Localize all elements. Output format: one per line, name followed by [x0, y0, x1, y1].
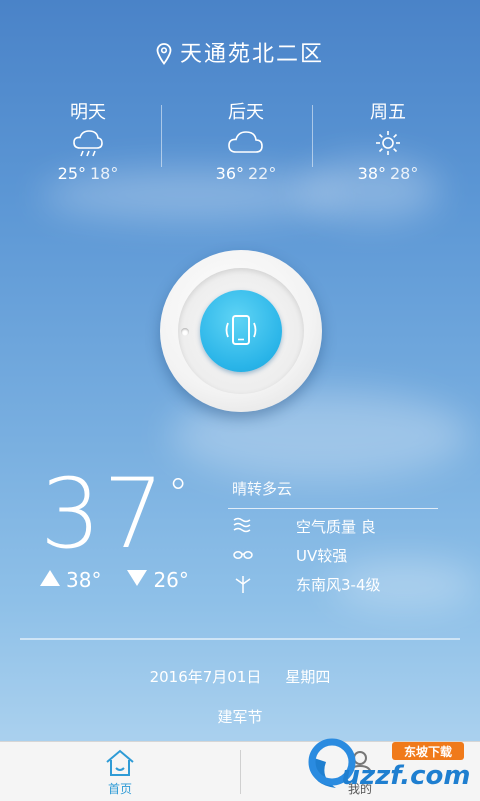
date-line: 2016年7月01日 星期四: [0, 666, 480, 687]
forecast-day-label: 明天: [70, 102, 106, 123]
sun-icon: [376, 131, 400, 155]
forecast-low: 18°: [90, 164, 119, 183]
holiday-text: 建军节: [217, 708, 263, 726]
wind-text: 东南风3-4级: [296, 576, 381, 594]
condition-divider: [228, 508, 438, 509]
site-watermark: 东坡下载 uzzf.com: [308, 738, 471, 791]
air-quality-text: 空气质量 良: [296, 518, 376, 536]
forecast-divider: [161, 105, 162, 167]
watermark-tagline: 东坡下载: [404, 744, 452, 759]
uv-text: UV较强: [296, 547, 348, 565]
weekday-text: 星期四: [285, 668, 331, 686]
location-header[interactable]: 天通苑北二区: [0, 36, 480, 68]
content-divider: [20, 638, 460, 640]
degree-symbol: °: [168, 471, 191, 517]
today-high-low: 38° 26°: [40, 568, 189, 592]
dial-indicator-dot: [181, 328, 189, 336]
home-icon: [106, 749, 134, 776]
date-text: 2016年7月01日: [149, 668, 262, 686]
sunglasses-icon: [233, 551, 253, 559]
current-temp-value: 37: [40, 458, 167, 570]
forecast-day-label: 后天: [228, 102, 264, 123]
windmill-icon: [235, 576, 251, 593]
cloud-icon: [228, 131, 263, 153]
current-temperature: 37°: [40, 466, 190, 562]
forecast-low: 28°: [390, 164, 419, 183]
today-low: 26°: [153, 568, 189, 592]
air-quality-icon: [233, 517, 251, 533]
arrow-down-icon: [127, 570, 148, 586]
forecast-low: 22°: [248, 164, 277, 183]
location-pin-icon: [156, 43, 172, 65]
shake-button[interactable]: [200, 290, 282, 372]
weather-condition: 晴转多云: [232, 480, 293, 498]
forecast-divider: [312, 105, 313, 167]
tab-home[interactable]: 首页: [0, 742, 240, 801]
forecast-day-3[interactable]: 周五 38° 28°: [328, 98, 448, 183]
rain-cloud-icon: [73, 130, 103, 157]
forecast-day-2[interactable]: 后天 36° 22°: [186, 98, 306, 183]
arrow-up-icon: [40, 570, 60, 586]
phone-vibrate-icon: [225, 315, 257, 345]
watermark-brand: uzzf.com: [342, 761, 471, 791]
forecast-day-label: 周五: [370, 102, 406, 123]
location-name: 天通苑北二区: [179, 42, 324, 67]
tab-home-label: 首页: [107, 782, 132, 796]
forecast-high: 36°: [215, 164, 244, 183]
forecast-day-1[interactable]: 明天 25° 18°: [28, 98, 148, 183]
today-high: 38°: [66, 568, 102, 592]
forecast-high: 25°: [57, 164, 86, 183]
forecast-high: 38°: [357, 164, 386, 183]
